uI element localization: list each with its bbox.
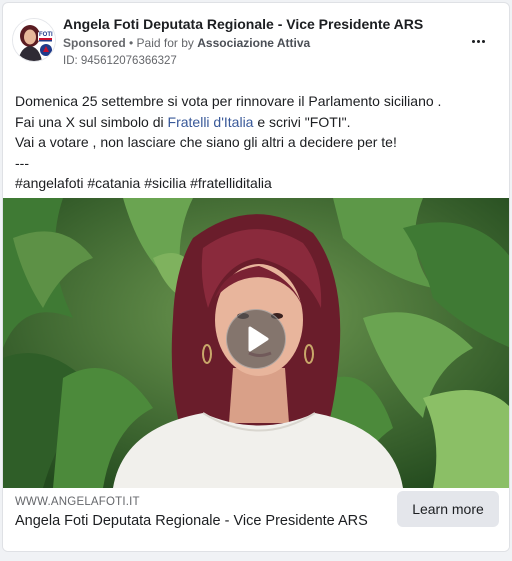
body-line-4: --- (15, 154, 29, 171)
page-name[interactable]: Angela Foti Deputata Regionale - Vice Pr… (63, 16, 423, 32)
play-icon (248, 326, 269, 352)
sponsor-line: Sponsored • Paid for by Associazione Att… (63, 36, 310, 50)
learn-more-button[interactable]: Learn more (397, 491, 499, 527)
body-line-3: Vai a votare , non lasciare che siano gl… (15, 134, 397, 150)
ad-header: FOTI Angela Foti Deputata Regionale - Vi… (3, 3, 509, 83)
link-title[interactable]: Angela Foti Deputata Regionale - Vice Pr… (15, 513, 368, 529)
link-domain[interactable]: WWW.ANGELAFOTI.IT (15, 496, 140, 508)
video-media[interactable] (3, 198, 509, 488)
paid-for-prefix: Paid for by (136, 36, 198, 50)
page-avatar[interactable]: FOTI (12, 18, 56, 62)
sponsor-separator: • (125, 36, 137, 50)
hashtags[interactable]: #angelafoti #catania #sicilia #fratellid… (15, 173, 495, 194)
body-line-1: Domenica 25 settembre si vota per rinnov… (15, 93, 442, 109)
sponsored-label: Sponsored (63, 36, 126, 50)
body-line-2-before: Fai una X sul simbolo di (15, 113, 168, 130)
avatar-image (13, 19, 55, 61)
avatar-badge-text: FOTI (39, 32, 53, 38)
body-line-2-after: e scrivi "FOTI". (253, 113, 351, 130)
payer-name[interactable]: Associazione Attiva (197, 36, 310, 50)
fratelli-link[interactable]: Fratelli d'Italia (168, 114, 254, 130)
play-button[interactable] (226, 309, 286, 369)
ad-footer[interactable]: WWW.ANGELAFOTI.IT Angela Foti Deputata R… (3, 488, 509, 551)
ad-body-text: Domenica 25 settembre si vota per rinnov… (15, 91, 495, 194)
more-horizontal-icon (471, 39, 475, 43)
ad-id: ID: 945612076366327 (63, 55, 177, 67)
ad-card: FOTI Angela Foti Deputata Regionale - Vi… (2, 2, 510, 552)
body-line-2: Fai una X sul simbolo di Fratelli d'Ital… (15, 112, 495, 133)
more-options-button[interactable] (465, 31, 491, 51)
